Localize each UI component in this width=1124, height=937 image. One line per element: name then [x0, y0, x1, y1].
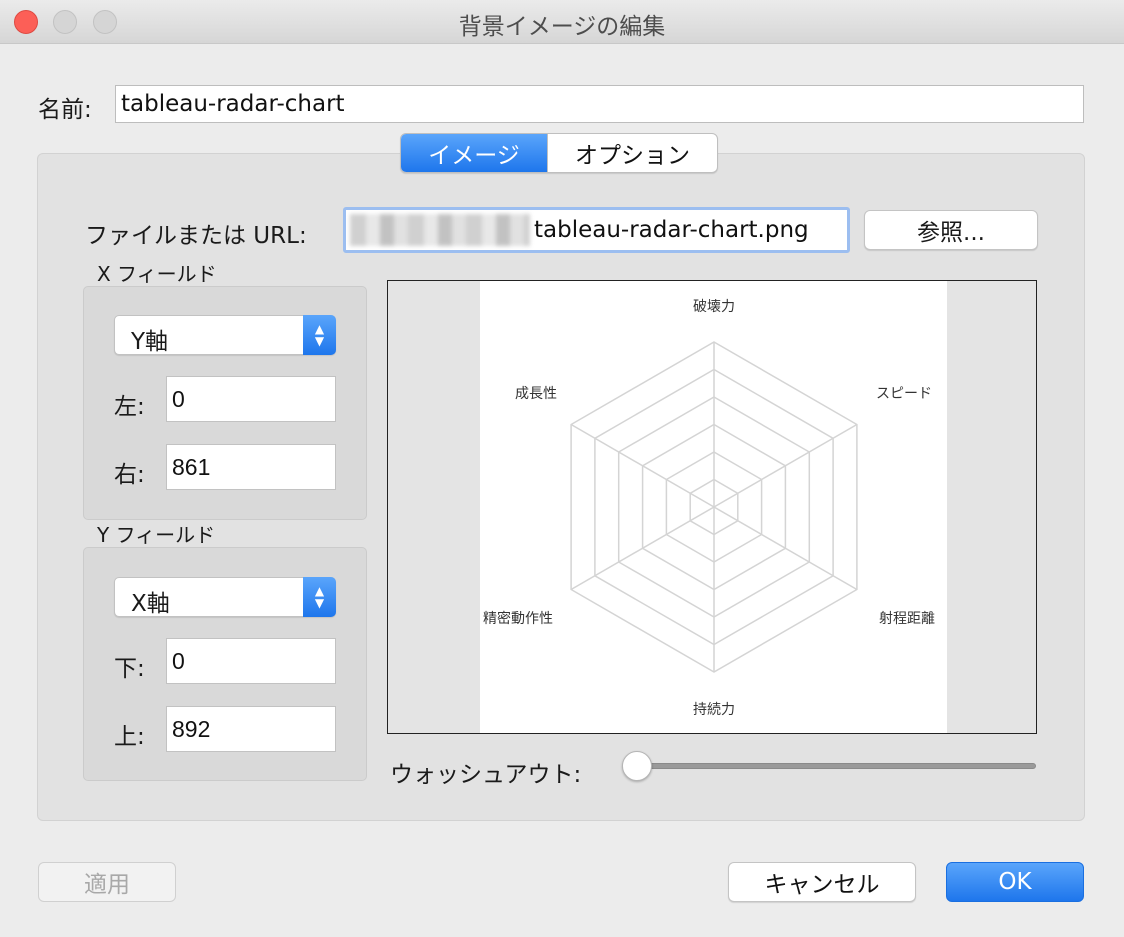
- ok-button[interactable]: OK: [946, 862, 1084, 902]
- radar-label-range: 射程距離: [879, 610, 935, 627]
- image-preview: 破壊力 スピード 射程距離 持続力 精密動作性 成長性: [387, 280, 1037, 734]
- washout-slider-track[interactable]: [638, 763, 1036, 769]
- background-image-dialog: 背景イメージの編集 名前: イメージ オプション ファイルまたは URL: ta…: [0, 0, 1124, 937]
- window-title: 背景イメージの編集: [458, 14, 666, 40]
- left-label: 左:: [114, 394, 145, 420]
- left-input[interactable]: [166, 376, 336, 422]
- tab-image[interactable]: イメージ: [401, 134, 547, 172]
- top-input[interactable]: [166, 706, 336, 752]
- title-bar: 背景イメージの編集: [0, 0, 1124, 44]
- radar-label-precision: 精密動作性: [483, 610, 553, 627]
- radar-label-destruction: 破壊力: [693, 299, 735, 315]
- radar-chart-image: 破壊力 スピード 射程距離 持続力 精密動作性 成長性: [480, 281, 947, 733]
- radar-label-persistence: 持続力: [693, 701, 735, 718]
- washout-label: ウォッシュアウト:: [390, 762, 582, 788]
- bottom-label: 下:: [114, 656, 145, 682]
- radar-label-growth: 成長性: [515, 386, 557, 402]
- tab-bar: イメージ オプション: [400, 133, 718, 173]
- y-field-group-label: Y フィールド: [97, 523, 216, 547]
- x-field-select[interactable]: Y軸 ▲ ▼: [114, 315, 336, 355]
- chevron-updown-icon: ▲ ▼: [303, 315, 336, 355]
- tab-options[interactable]: オプション: [547, 134, 717, 172]
- name-input[interactable]: [115, 85, 1084, 123]
- washout-slider-knob[interactable]: [622, 751, 652, 781]
- browse-button[interactable]: 参照...: [864, 210, 1038, 250]
- radar-label-speed: スピード: [876, 386, 932, 402]
- redacted-path: [350, 214, 530, 246]
- file-url-input[interactable]: tableau-radar-chart.png: [343, 207, 850, 253]
- file-url-label: ファイルまたは URL:: [85, 223, 307, 249]
- x-field-group-label: X フィールド: [97, 262, 217, 286]
- file-url-value: tableau-radar-chart.png: [534, 217, 809, 243]
- cancel-button[interactable]: キャンセル: [728, 862, 916, 902]
- right-input[interactable]: [166, 444, 336, 490]
- x-field-select-value: Y軸: [131, 329, 169, 355]
- name-label: 名前:: [38, 97, 92, 123]
- radar-chart-graphic: 破壊力 スピード 射程距離 持続力 精密動作性 成長性: [483, 299, 935, 718]
- apply-button[interactable]: 適用: [38, 862, 176, 902]
- right-label: 右:: [114, 462, 145, 488]
- y-field-select-value: X軸: [131, 591, 170, 617]
- bottom-input[interactable]: [166, 638, 336, 684]
- y-field-select[interactable]: X軸 ▲ ▼: [114, 577, 336, 617]
- top-label: 上:: [114, 724, 145, 750]
- chevron-updown-icon: ▲ ▼: [303, 577, 336, 617]
